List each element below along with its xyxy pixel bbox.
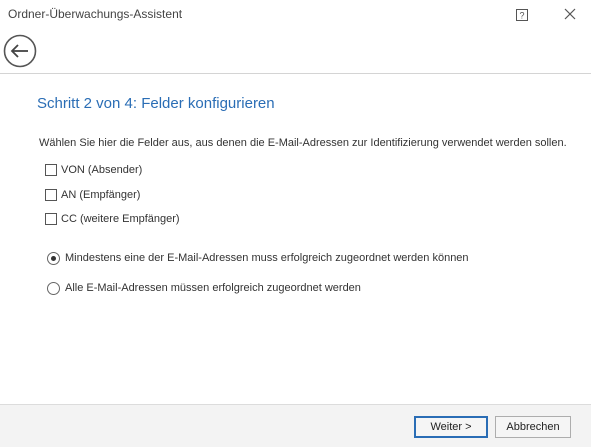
back-arrow-icon	[3, 34, 37, 68]
cancel-button[interactable]: Abbrechen	[495, 416, 571, 438]
checkbox-cc[interactable]: CC (weitere Empfänger)	[45, 211, 180, 227]
checkbox-label: CC (weitere Empfänger)	[61, 213, 180, 225]
close-button[interactable]	[563, 7, 577, 21]
radio-label: Mindestens eine der E-Mail-Adressen muss…	[65, 252, 469, 264]
checkbox-label: AN (Empfänger)	[61, 189, 141, 201]
checkbox-to[interactable]: AN (Empfänger)	[45, 187, 140, 203]
wizard-window: Ordner-Überwachungs-Assistent ? Schritt …	[0, 0, 591, 447]
help-icon: ?	[516, 9, 528, 21]
close-icon	[564, 8, 576, 20]
radio-button[interactable]	[47, 281, 60, 295]
checkbox-from[interactable]: VON (Absender)	[45, 162, 142, 178]
checkbox-box[interactable]	[45, 213, 57, 225]
radio-label: Alle E-Mail-Adressen müssen erfolgreich …	[65, 282, 361, 294]
wizard-content: Schritt 2 von 4: Felder konfigurieren Wä…	[0, 74, 591, 404]
page-title: Schritt 2 von 4: Felder konfigurieren	[37, 95, 275, 112]
button-bar: Weiter > Abbrechen	[0, 404, 591, 447]
radio-all[interactable]: Alle E-Mail-Adressen müssen erfolgreich …	[47, 280, 361, 296]
next-button[interactable]: Weiter >	[414, 416, 488, 438]
checkbox-label: VON (Absender)	[61, 164, 143, 176]
help-button[interactable]: ?	[516, 8, 528, 21]
title-bar: Ordner-Überwachungs-Assistent ?	[0, 0, 591, 28]
checkbox-box[interactable]	[45, 189, 57, 201]
instruction-text: Wählen Sie hier die Felder aus, aus dene…	[39, 137, 567, 149]
back-button[interactable]	[3, 34, 37, 68]
window-title: Ordner-Überwachungs-Assistent	[8, 7, 183, 21]
navigation-bar	[0, 28, 591, 74]
checkbox-box[interactable]	[45, 164, 57, 176]
svg-text:?: ?	[519, 11, 524, 21]
radio-at-least-one[interactable]: Mindestens eine der E-Mail-Adressen muss…	[47, 250, 469, 266]
radio-button[interactable]	[47, 251, 60, 265]
